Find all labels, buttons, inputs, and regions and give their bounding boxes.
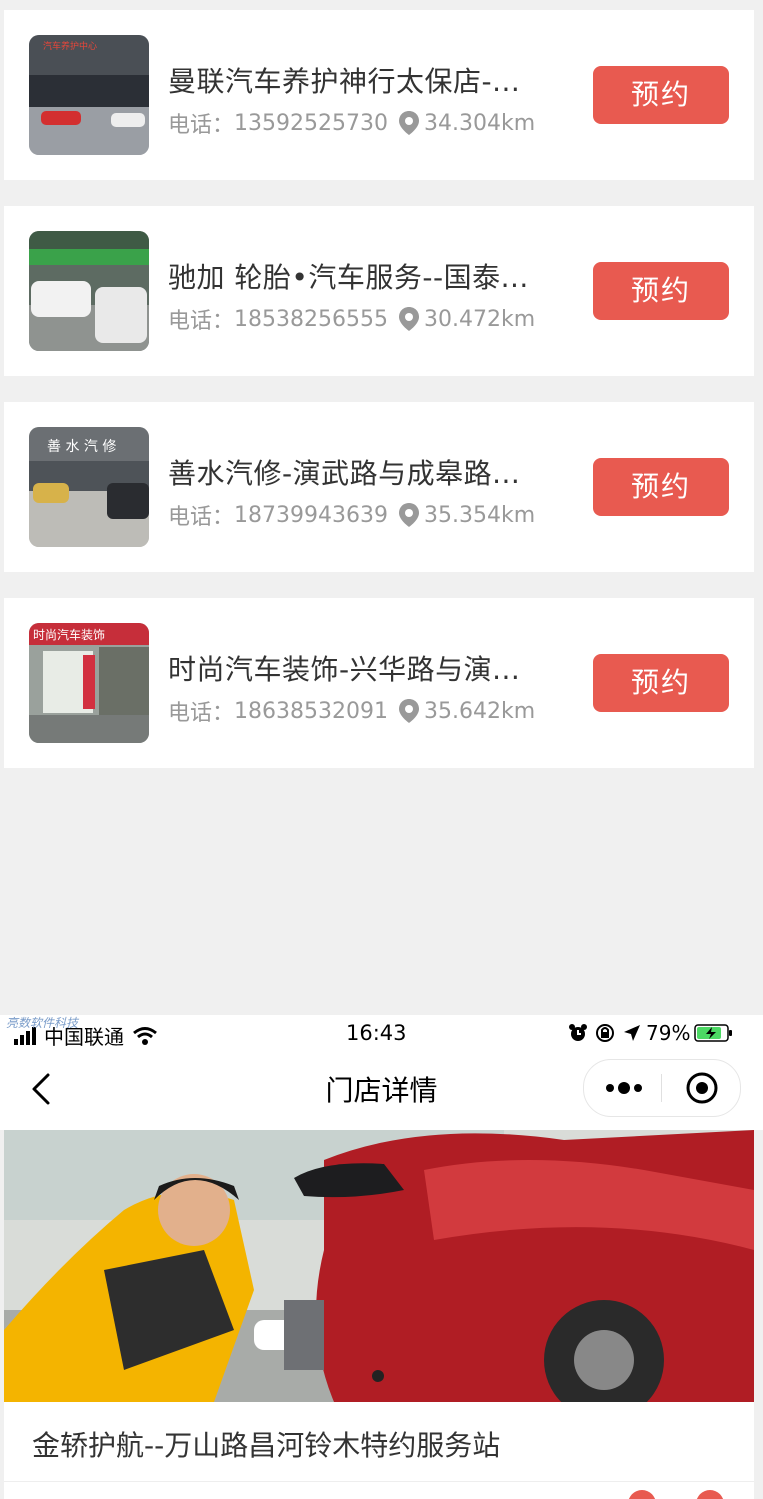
status-right: 79% [568,1021,734,1045]
store-photo-4: 时尚汽车装饰 [29,623,149,743]
phone-label: 电话： [168,309,235,334]
store-meta: 电话： 13592525730 34.304km [168,107,535,139]
store-card[interactable]: 汽车养护中心 曼联汽车养护神行太保店-... 电话： 13592525730 3… [4,10,754,180]
list-empty-area [4,768,754,1015]
store-thumbnail: 善 水 汽 修 [29,427,149,547]
store-banner-image[interactable] [4,1130,754,1402]
watermark: 亮数软件科技 [6,1016,79,1030]
store-name[interactable]: 时尚汽车装饰-兴华路与演... [168,648,558,688]
location-pin-icon [398,111,419,135]
clock: 16:43 [346,1021,407,1045]
top-band [4,0,754,10]
store-card[interactable]: 善 水 汽 修 善水汽修-演武路与成皋路... 电话： 18739943639 … [4,402,754,572]
store-sign-text: 汽车养护中心 [43,40,97,52]
more-dots-icon [606,1082,642,1094]
store-thumbnail [29,231,149,351]
carousel-indicator-dot[interactable] [372,1370,384,1382]
store-card[interactable]: 时尚汽车装饰 时尚汽车装饰-兴华路与演... 电话： 18638532091 3… [4,598,754,768]
status-bar: 中国联通 16:43 79% [0,1015,763,1055]
phone-number[interactable]: 18638532091 [234,699,388,724]
store-meta: 电话： 18638532091 35.642km [168,695,535,727]
store-meta: 电话： 18538256555 30.472km [168,303,535,335]
banner-photo [4,1130,754,1402]
target-close-icon [686,1072,718,1104]
distance: 35.642km [423,698,536,724]
list-gap [4,180,754,206]
battery-charging-icon [694,1024,733,1042]
distance: 35.354km [423,502,536,528]
phone-number[interactable]: 13592525730 [234,111,388,136]
book-button[interactable]: 预约 [593,66,729,124]
distance: 30.472km [423,306,536,332]
phone-number[interactable]: 18538256555 [234,307,388,332]
store-photo-1: 汽车养护中心 [29,35,149,155]
book-button[interactable]: 预约 [593,654,729,712]
store-name[interactable]: 驰加 轮胎•汽车服务--国泰... [168,256,558,296]
distance: 34.304km [423,110,536,136]
miniprogram-capsule [583,1059,741,1117]
store-photo-2 [29,231,149,351]
divider [4,1481,754,1482]
more-button[interactable] [584,1060,661,1116]
close-miniprogram-button[interactable] [662,1060,740,1116]
store-sign-text: 时尚汽车装饰 [33,627,105,642]
store-card[interactable]: 驰加 轮胎•汽车服务--国泰... 电话： 18538256555 30.472… [4,206,754,376]
phone-number[interactable]: 18739943639 [234,503,388,528]
store-thumbnail: 时尚汽车装饰 [29,623,149,743]
phone-label: 电话： [168,701,235,726]
store-meta: 电话： 18739943639 35.354km [168,499,535,531]
store-name[interactable]: 曼联汽车养护神行太保店-... [168,60,558,100]
location-arrow-icon [624,1025,640,1041]
book-button[interactable]: 预约 [593,458,729,516]
store-photo-3: 善 水 汽 修 [29,427,149,547]
nav-bar: 门店详情 [0,1055,763,1130]
partial-action-icons [628,1490,724,1499]
alarm-icon [569,1024,587,1041]
store-sign-text: 善 水 汽 修 [47,439,116,455]
rotation-lock-icon [596,1024,614,1042]
phone-label: 电话： [168,113,235,138]
store-title: 金轿护航--万山路昌河铃木特约服务站 [32,1429,501,1462]
book-button[interactable]: 预约 [593,262,729,320]
location-pin-icon [398,307,419,331]
list-gap [4,376,754,402]
store-name[interactable]: 善水汽修-演武路与成皋路... [168,452,558,492]
location-pin-icon [398,503,419,527]
wifi-icon [133,1026,157,1045]
battery-percent: 79% [646,1021,691,1045]
store-detail-header: 金轿护航--万山路昌河铃木特约服务站 [4,1402,754,1499]
list-gap [4,572,754,598]
location-pin-icon [398,699,419,723]
phone-label: 电话： [168,505,235,530]
store-thumbnail: 汽车养护中心 [29,35,149,155]
